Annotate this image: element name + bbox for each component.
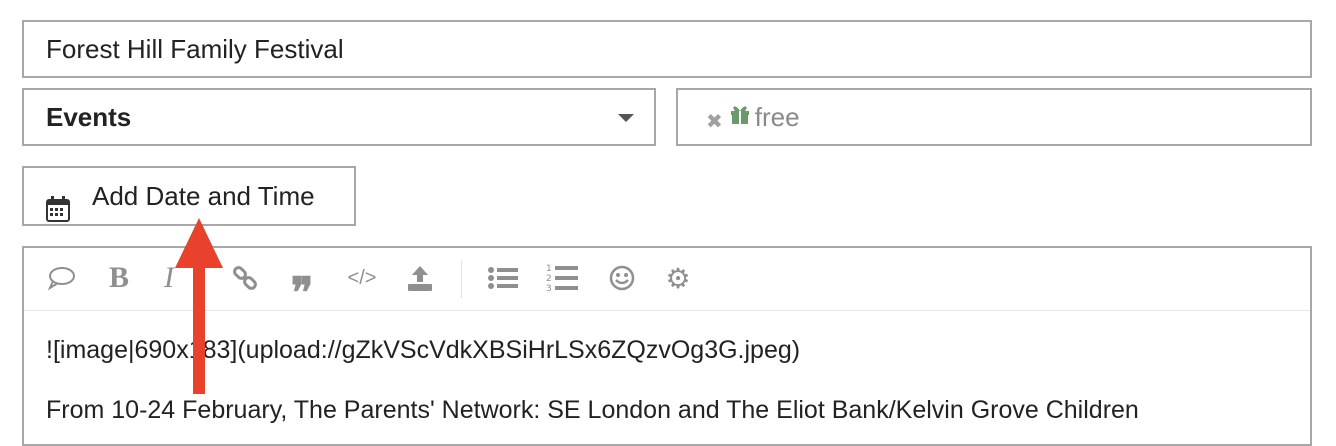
- bold-icon[interactable]: B: [104, 261, 134, 294]
- tag-chip-free[interactable]: ✖ free: [706, 102, 800, 133]
- svg-text:1: 1: [546, 264, 552, 274]
- toolbar-separator: [461, 260, 462, 298]
- title-input[interactable]: Forest Hill Family Festival: [22, 20, 1312, 78]
- code-icon[interactable]: </>: [342, 262, 382, 294]
- add-date-time-button[interactable]: Add Date and Time: [22, 166, 356, 226]
- annotation-arrow-icon: [175, 218, 223, 394]
- svg-text:2: 2: [546, 274, 552, 284]
- gift-icon: [729, 89, 751, 143]
- gear-icon[interactable]: ⚙: [662, 262, 694, 294]
- category-select[interactable]: Events: [22, 88, 656, 146]
- numbered-list-icon[interactable]: 123: [544, 262, 580, 294]
- calendar-icon: [46, 185, 70, 241]
- chevron-down-icon[interactable]: [618, 114, 634, 122]
- upload-icon[interactable]: [404, 262, 436, 294]
- speech-bubble-icon[interactable]: [44, 262, 80, 294]
- close-icon[interactable]: ✖: [706, 111, 723, 133]
- category-selected-label: Events: [46, 102, 132, 132]
- quote-icon[interactable]: ❞: [286, 262, 318, 315]
- emoji-icon[interactable]: [606, 262, 638, 294]
- svg-text:3: 3: [546, 284, 552, 293]
- add-date-time-label: Add Date and Time: [92, 181, 315, 211]
- link-icon[interactable]: [228, 262, 262, 294]
- bullet-list-icon[interactable]: [486, 262, 520, 294]
- tags-field[interactable]: ✖ free: [676, 88, 1312, 146]
- tag-label: free: [754, 102, 800, 132]
